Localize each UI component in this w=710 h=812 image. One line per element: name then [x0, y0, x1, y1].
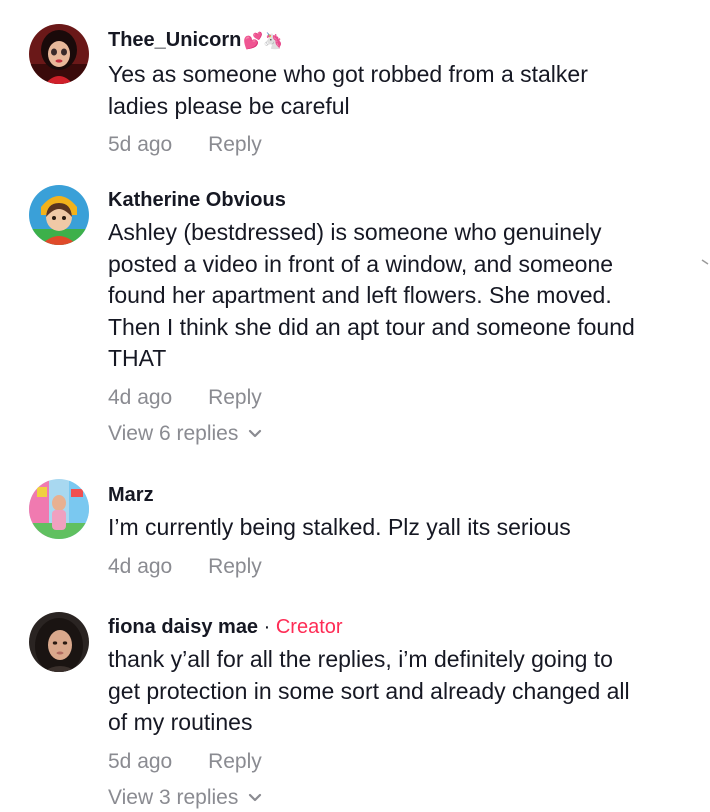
avatar[interactable] [29, 24, 89, 84]
view-replies-button[interactable]: View 3 replies [108, 784, 690, 812]
avatar-portrait-icon [29, 612, 89, 672]
view-replies-button[interactable]: View 6 replies [108, 420, 690, 448]
comment-timestamp: 5d ago [108, 133, 173, 156]
reply-button[interactable]: Reply [208, 750, 262, 773]
comment-meta: 5d ago Reply [108, 748, 690, 776]
username-label[interactable]: fiona daisy mae [108, 616, 258, 638]
comment-username[interactable]: Katherine Obvious [108, 186, 690, 214]
creator-badge: Creator [275, 616, 343, 638]
comment-username[interactable]: Thee_Unicorn 💕🦄 [108, 26, 690, 56]
avatar[interactable] [29, 612, 89, 672]
avatar-3d-character-icon [29, 185, 89, 245]
reply-button[interactable]: Reply [208, 133, 262, 156]
view-replies-label: View 6 replies [108, 421, 239, 445]
separator-dot: · [258, 616, 276, 638]
comment-timestamp: 4d ago [108, 554, 173, 578]
comment-username[interactable]: fiona daisy mae · Creator [108, 613, 690, 641]
avatar[interactable] [29, 479, 89, 539]
view-replies-label: View 3 replies [108, 785, 239, 809]
comment-meta: 4d ago Reply [108, 553, 690, 581]
comment-timestamp: 5d ago [108, 749, 173, 773]
comment-meta: 4d ago Reply [108, 384, 690, 412]
comment-timestamp: 4d ago [108, 385, 173, 409]
heart-unicorn-emoji: 💕🦄 [243, 33, 284, 50]
comment-text: Ashley (bestdressed) is someone who genu… [108, 219, 635, 371]
comment-text: thank y’all for all the replies, i’m def… [108, 646, 630, 735]
reply-button[interactable]: Reply [208, 555, 262, 578]
avatar-colorful-room-icon [29, 479, 89, 539]
chevron-down-icon [249, 429, 262, 437]
comment-meta: 5d ago Reply [108, 131, 690, 159]
avatar-doll-icon [29, 24, 89, 84]
avatar[interactable] [29, 185, 89, 245]
reply-button[interactable]: Reply [208, 386, 262, 409]
comment-text: Yes as someone who got robbed from a sta… [108, 61, 588, 119]
edge-scroll-indicator [701, 259, 709, 265]
chevron-down-icon [249, 793, 262, 801]
comment-text: I’m currently being stalked. Plz yall it… [108, 514, 571, 540]
comment-username[interactable]: Marz [108, 481, 690, 509]
